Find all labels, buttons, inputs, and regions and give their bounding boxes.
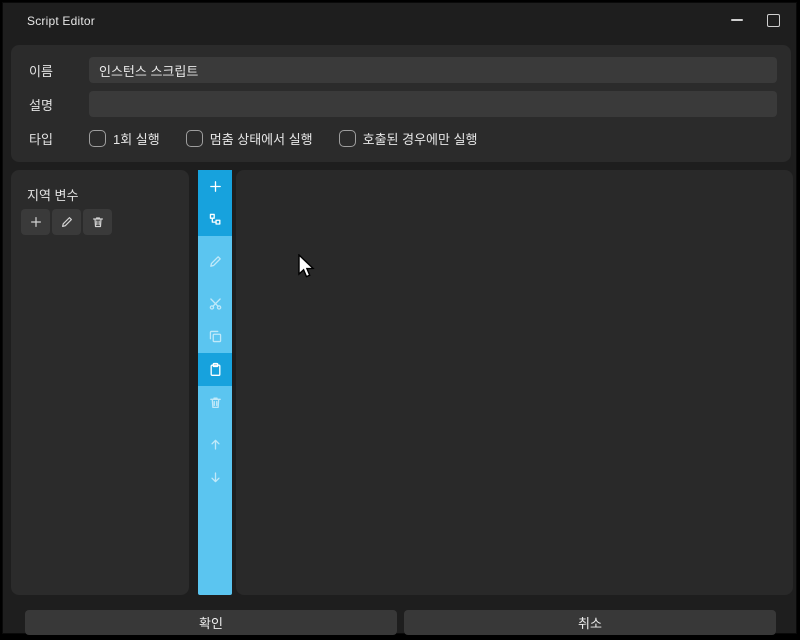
toolbar-move-down-button[interactable] xyxy=(198,461,232,494)
arrow-up-icon xyxy=(208,437,223,452)
toolbar-move-up-button[interactable] xyxy=(198,428,232,461)
pencil-icon xyxy=(208,254,223,269)
minimize-button[interactable] xyxy=(720,3,754,37)
plus-icon xyxy=(208,179,223,194)
checkbox-label: 1회 실행 xyxy=(113,129,160,148)
script-editor-window: Script Editor 이름 설명 타입 1회 실행 멈춤 상태에서 실행 호출… xyxy=(2,2,797,634)
toolbar-delete-button[interactable] xyxy=(198,386,232,419)
trash-icon xyxy=(91,215,105,229)
toolbar-paste-button[interactable] xyxy=(198,353,232,386)
local-variables-toolbar xyxy=(21,209,112,235)
checkbox-run-only-when-called[interactable]: 호출된 경우에만 실행 xyxy=(339,129,478,148)
name-label: 이름 xyxy=(29,61,89,80)
pencil-icon xyxy=(60,215,74,229)
localvars-add-button[interactable] xyxy=(21,209,50,235)
type-label: 타입 xyxy=(29,129,89,148)
checkbox-box[interactable] xyxy=(186,130,203,147)
toolbar-edit-button[interactable] xyxy=(198,245,232,278)
ok-button[interactable]: 확인 xyxy=(25,610,397,635)
toolbar-insert-node-button[interactable] xyxy=(198,203,232,236)
script-properties-panel: 이름 설명 타입 1회 실행 멈춤 상태에서 실행 호출된 경우에만 실행 xyxy=(11,45,791,162)
toolbar-cut-button[interactable] xyxy=(198,287,232,320)
minimize-icon xyxy=(731,19,743,21)
localvars-edit-button[interactable] xyxy=(52,209,81,235)
tree-branch-icon xyxy=(208,212,223,227)
toolbar-spacer xyxy=(198,278,232,287)
maximize-icon xyxy=(767,14,780,27)
name-input[interactable] xyxy=(89,57,777,83)
arrow-down-icon xyxy=(208,470,223,485)
description-input[interactable] xyxy=(89,91,777,117)
titlebar: Script Editor xyxy=(3,3,796,39)
window-title: Script Editor xyxy=(27,3,95,39)
localvars-delete-button[interactable] xyxy=(83,209,112,235)
checkbox-run-when-paused[interactable]: 멈춤 상태에서 실행 xyxy=(186,129,313,148)
desktop: { "window": { "title": "Script Editor" }… xyxy=(0,0,800,640)
copy-icon xyxy=(208,329,223,344)
checkbox-box[interactable] xyxy=(89,130,106,147)
script-toolbar xyxy=(198,170,232,595)
toolbar-spacer xyxy=(198,419,232,428)
description-label: 설명 xyxy=(29,95,89,114)
plus-icon xyxy=(29,215,43,229)
checkbox-label: 호출된 경우에만 실행 xyxy=(363,129,478,148)
maximize-button[interactable] xyxy=(756,3,790,37)
type-checkbox-group: 1회 실행 멈춤 상태에서 실행 호출된 경우에만 실행 xyxy=(89,129,478,148)
toolbar-copy-button[interactable] xyxy=(198,320,232,353)
toolbar-spacer xyxy=(198,236,232,245)
local-variables-title: 지역 변수 xyxy=(27,185,78,204)
paste-icon xyxy=(208,362,223,377)
script-canvas[interactable] xyxy=(236,170,793,595)
toolbar-add-button[interactable] xyxy=(198,170,232,203)
scissors-icon xyxy=(208,296,223,311)
checkbox-label: 멈춤 상태에서 실행 xyxy=(210,129,313,148)
local-variables-panel: 지역 변수 xyxy=(11,170,189,595)
footer: 확인 취소 xyxy=(25,610,776,635)
cancel-button[interactable]: 취소 xyxy=(404,610,776,635)
trash-icon xyxy=(208,395,223,410)
checkbox-box[interactable] xyxy=(339,130,356,147)
checkbox-run-once[interactable]: 1회 실행 xyxy=(89,129,160,148)
